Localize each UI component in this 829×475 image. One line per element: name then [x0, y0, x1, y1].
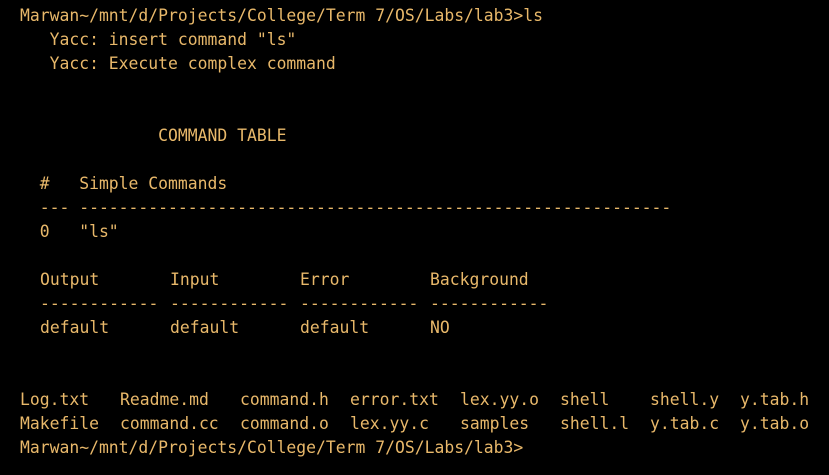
ls-entry: command.cc — [120, 414, 219, 433]
terminal-cursor — [531, 436, 532, 460]
prompt-line-top: Marwan~/mnt/d/Projects/College/Term 7/OS… — [20, 6, 544, 25]
ls-entry: Makefile — [20, 414, 99, 433]
io-value-error: default — [300, 318, 370, 337]
ls-entry: shell.l — [560, 414, 630, 433]
io-value-output: default — [40, 318, 110, 337]
ls-entry: lex.yy.o — [460, 390, 539, 409]
ls-entry: command.h — [240, 390, 329, 409]
ls-entry: shell — [560, 390, 610, 409]
io-header-background: Background — [430, 270, 529, 289]
io-divider-output: ------------ — [40, 294, 159, 313]
prompt-line-bottom[interactable]: Marwan~/mnt/d/Projects/College/Term 7/OS… — [20, 436, 523, 460]
terminal-window[interactable]: Marwan~/mnt/d/Projects/College/Term 7/OS… — [0, 0, 829, 475]
ls-entry: y.tab.h — [740, 390, 810, 409]
ls-entry: command.o — [240, 414, 329, 433]
io-header-input: Input — [170, 270, 220, 289]
io-header-error: Error — [300, 270, 350, 289]
ls-entry: y.tab.c — [650, 414, 720, 433]
yacc-insert-line: Yacc: insert command "ls" — [20, 30, 297, 49]
simple-commands-divider: --- ------------------------------------… — [20, 198, 672, 217]
simple-commands-header: # Simple Commands — [20, 174, 228, 193]
io-divider-input: ------------ — [170, 294, 289, 313]
io-header-output: Output — [40, 270, 100, 289]
io-value-background: NO — [430, 318, 450, 337]
ls-entry: y.tab.o — [740, 414, 810, 433]
ls-entry: shell.y — [650, 390, 720, 409]
ls-entry: Readme.md — [120, 390, 209, 409]
yacc-execute-line: Yacc: Execute complex command — [20, 54, 336, 73]
io-value-input: default — [170, 318, 240, 337]
simple-commands-row: 0 "ls" — [20, 222, 119, 241]
ls-entry: Log.txt — [20, 390, 90, 409]
command-table-title: COMMAND TABLE — [20, 126, 287, 145]
ls-entry: samples — [460, 414, 530, 433]
io-divider-error: ------------ — [300, 294, 419, 313]
ls-entry: error.txt — [350, 390, 439, 409]
ls-entry: lex.yy.c — [350, 414, 429, 433]
io-divider-background: ------------ — [430, 294, 549, 313]
